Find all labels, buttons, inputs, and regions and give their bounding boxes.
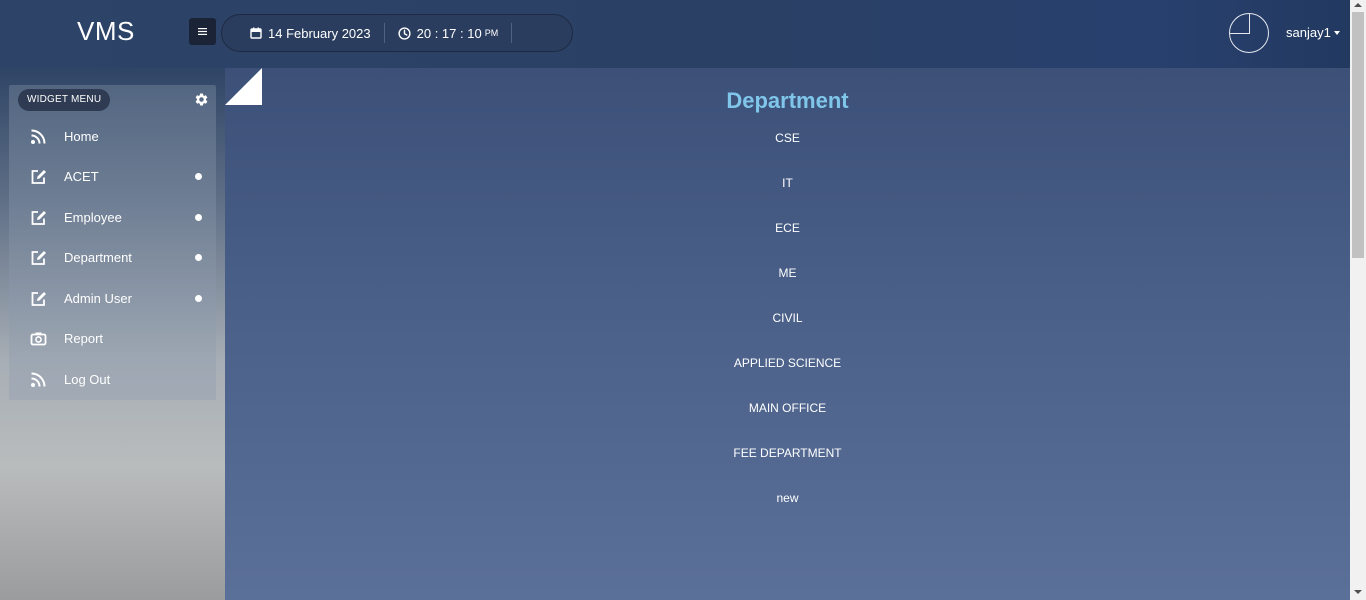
divider — [511, 23, 513, 43]
user-menu[interactable]: sanjay1 — [1286, 25, 1340, 40]
status-dot — [195, 172, 202, 180]
caret-down-icon — [1333, 30, 1340, 35]
department-item-fee-department[interactable]: FEE DEPARTMENT — [225, 446, 1350, 460]
menu-toggle-button[interactable] — [189, 18, 216, 45]
department-item-civil[interactable]: CIVIL — [225, 311, 1350, 325]
avatar-placeholder — [1230, 14, 1250, 34]
scroll-down-icon[interactable] — [1354, 590, 1362, 594]
calendar-icon — [250, 27, 262, 39]
sidebar-item-report[interactable]: Report — [9, 323, 216, 353]
sidebar-item-employee[interactable]: Employee — [9, 202, 216, 232]
clock-icon — [398, 26, 411, 40]
sidebar-item-home[interactable]: Home — [9, 121, 216, 151]
page-scrollbar[interactable] — [1350, 0, 1366, 600]
rss-icon — [31, 129, 46, 144]
time-display: 20 : 17 : 10 PM — [385, 15, 512, 51]
sidebar-item-admin-user[interactable]: Admin User — [9, 283, 216, 313]
avatar[interactable] — [1229, 13, 1269, 53]
sidebar: WIDGET MENU Home ACET Employee Departmen… — [9, 85, 216, 400]
status-dot — [195, 213, 202, 221]
sidebar-item-label: Log Out — [64, 371, 111, 387]
gear-icon[interactable] — [194, 92, 209, 107]
top-bar: VMS 14 February 2023 20 : 17 : 10 PM san… — [0, 0, 1350, 68]
rss-icon — [31, 372, 46, 387]
sidebar-item-department[interactable]: Department — [9, 242, 216, 272]
sidebar-item-logout[interactable]: Log Out — [9, 364, 216, 394]
hamburger-icon — [198, 28, 207, 35]
username: sanjay1 — [1286, 25, 1331, 40]
camera-icon — [30, 332, 47, 346]
app-logo[interactable]: VMS — [77, 16, 135, 47]
sidebar-item-label: ACET — [64, 168, 99, 184]
datetime-widget: 14 February 2023 20 : 17 : 10 PM — [221, 14, 573, 52]
sidebar-item-label: Home — [64, 128, 99, 144]
department-item-it[interactable]: IT — [225, 176, 1350, 190]
edit-icon — [31, 292, 46, 306]
ampm-text: PM — [484, 28, 499, 38]
main-content: Department CSE IT ECE ME CIVIL APPLIED S… — [225, 68, 1350, 600]
edit-icon — [31, 211, 46, 225]
department-item-cse[interactable]: CSE — [225, 131, 1350, 145]
sidebar-item-label: Employee — [64, 209, 122, 225]
status-dot — [195, 294, 202, 302]
department-item-main-office[interactable]: MAIN OFFICE — [225, 401, 1350, 415]
time-text: 20 : 17 : 10 — [416, 25, 482, 41]
scrollbar-thumb[interactable] — [1352, 12, 1364, 258]
department-item-new[interactable]: new — [225, 491, 1350, 505]
sidebar-item-label: Department — [64, 249, 132, 265]
date-display: 14 February 2023 — [222, 15, 384, 51]
scroll-up-icon[interactable] — [1354, 3, 1362, 7]
status-dot — [195, 253, 202, 261]
edit-icon — [31, 170, 46, 184]
widget-menu-badge: WIDGET MENU — [18, 89, 111, 111]
sidebar-item-label: Admin User — [64, 290, 132, 306]
page-title: Department — [726, 88, 849, 113]
sidebar-item-label: Report — [64, 330, 104, 346]
department-item-me[interactable]: ME — [225, 266, 1350, 280]
sidebar-item-acet[interactable]: ACET — [9, 161, 216, 191]
edit-icon — [31, 251, 46, 265]
department-item-applied-science[interactable]: APPLIED SCIENCE — [225, 356, 1350, 370]
date-text: 14 February 2023 — [268, 25, 371, 41]
department-item-ece[interactable]: ECE — [225, 221, 1350, 235]
